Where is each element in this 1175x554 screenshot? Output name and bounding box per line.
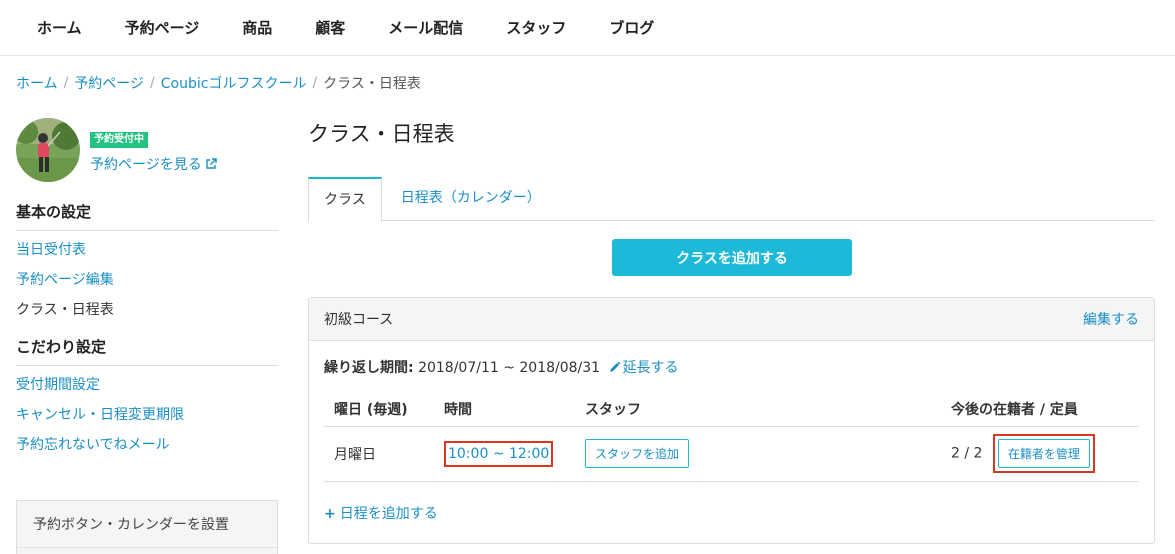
external-link-icon: [206, 158, 217, 169]
sidebar-item-daily-reception[interactable]: 当日受付表: [16, 235, 278, 265]
breadcrumb-separator: /: [63, 75, 69, 91]
main-content: クラス・日程表 クラス 日程表（カレンダー） クラスを追加する 初級コース 編集…: [308, 118, 1155, 544]
breadcrumb-separator: /: [312, 75, 318, 91]
breadcrumb-home[interactable]: ホーム: [16, 73, 58, 93]
column-header-day: 曜日 (毎週): [324, 392, 434, 427]
status-badge: 予約受付中: [90, 132, 148, 148]
pencil-icon: [609, 361, 621, 372]
tab-calendar[interactable]: 日程表（カレンダー）: [386, 177, 556, 221]
add-staff-button[interactable]: スタッフを追加: [585, 439, 690, 468]
avatar: [16, 118, 80, 182]
column-header-time: 時間: [434, 392, 575, 427]
profile: 予約受付中 予約ページを見る: [16, 118, 278, 184]
class-panel: 初級コース 編集する 繰り返し期間: 2018/07/11 ~ 2018/08/…: [308, 297, 1155, 544]
table-row: 月曜日 10:00 ~ 12:00 スタッフを追加 2 / 2 在籍者を管理: [324, 426, 1139, 482]
time-link[interactable]: 10:00 ~ 12:00: [444, 440, 554, 467]
add-class-button[interactable]: クラスを追加する: [612, 239, 852, 276]
manage-enrollees-button[interactable]: 在籍者を管理: [997, 439, 1090, 468]
breadcrumb-separator: /: [150, 75, 155, 91]
advanced-settings-title: こだわり設定: [16, 336, 278, 366]
add-schedule-link[interactable]: + 日程を追加する: [324, 503, 1139, 523]
nav-mail[interactable]: メール配信: [388, 17, 463, 38]
breadcrumb: ホーム / 予約ページ / Coubicゴルフスクール / クラス・日程表: [16, 73, 421, 93]
tab-class[interactable]: クラス: [308, 177, 382, 222]
column-header-staff: スタッフ: [575, 392, 941, 427]
edit-class-link[interactable]: 編集する: [1083, 309, 1139, 329]
advanced-settings-list: 受付期間設定 キャンセル・日程変更期限 予約忘れないでねメール: [16, 366, 278, 460]
breadcrumb-current: クラス・日程表: [323, 76, 421, 92]
manage-highlight: 在籍者を管理: [992, 434, 1095, 473]
sidebar-item-reception-period[interactable]: 受付期間設定: [16, 370, 278, 400]
plus-icon: +: [324, 505, 336, 522]
repeat-period-label: 繰り返し期間:: [324, 360, 414, 376]
class-name: 初級コース: [324, 312, 394, 328]
enrollment-count: 2 / 2: [951, 445, 983, 462]
nav-blog[interactable]: ブログ: [609, 17, 654, 38]
extend-link[interactable]: 延長する: [605, 360, 679, 376]
nav-home[interactable]: ホーム: [37, 17, 82, 38]
schedule-table: 曜日 (毎週) 時間 スタッフ 今後の在籍者 / 定員 月曜日 10:00 ~ …: [324, 392, 1139, 482]
column-header-enrollment: 今後の在籍者 / 定員: [941, 392, 1139, 427]
sidebar-item-reminder-mail[interactable]: 予約忘れないでねメール: [16, 430, 278, 460]
basic-settings-title: 基本の設定: [16, 201, 278, 231]
page-title: クラス・日程表: [308, 122, 455, 146]
widget-settings-box: 予約ボタン・カレンダーを設置: [16, 500, 278, 554]
sidebar-item-cancel-deadline[interactable]: キャンセル・日程変更期限: [16, 400, 278, 430]
breadcrumb-booking-page[interactable]: 予約ページ: [74, 73, 144, 93]
basic-settings-list: 当日受付表 予約ページ編集 クラス・日程表: [16, 231, 278, 325]
sidebar-item-edit-booking-page[interactable]: 予約ページ編集: [16, 265, 278, 295]
class-panel-header: 初級コース 編集する: [309, 298, 1154, 341]
sidebar: 予約受付中 予約ページを見る 基本の設定 当日受付表 予約ページ編集 クラス・日…: [16, 118, 278, 460]
table-header-row: 曜日 (毎週) 時間 スタッフ 今後の在籍者 / 定員: [324, 392, 1139, 427]
repeat-period: 繰り返し期間: 2018/07/11 ~ 2018/08/31 延長する: [324, 357, 1139, 377]
tab-bar: クラス 日程表（カレンダー）: [308, 177, 1155, 222]
view-booking-page-link[interactable]: 予約ページを見る: [90, 154, 217, 174]
nav-products[interactable]: 商品: [242, 17, 272, 38]
sidebar-item-class-schedule[interactable]: クラス・日程表: [16, 295, 278, 325]
widget-settings-title[interactable]: 予約ボタン・カレンダーを設置: [17, 501, 277, 548]
view-booking-page-label: 予約ページを見る: [90, 157, 202, 173]
repeat-period-value: 2018/07/11 ~ 2018/08/31: [418, 360, 601, 376]
add-schedule-label: 日程を追加する: [339, 505, 438, 522]
nav-customers[interactable]: 顧客: [315, 17, 345, 38]
extend-label: 延長する: [622, 360, 679, 376]
nav-staff[interactable]: スタッフ: [506, 17, 566, 38]
row-day: 月曜日: [324, 426, 434, 482]
top-nav: ホーム 予約ページ 商品 顧客 メール配信 スタッフ ブログ: [0, 0, 1175, 56]
nav-booking-page[interactable]: 予約ページ: [125, 17, 200, 38]
breadcrumb-school[interactable]: Coubicゴルフスクール: [161, 73, 307, 93]
